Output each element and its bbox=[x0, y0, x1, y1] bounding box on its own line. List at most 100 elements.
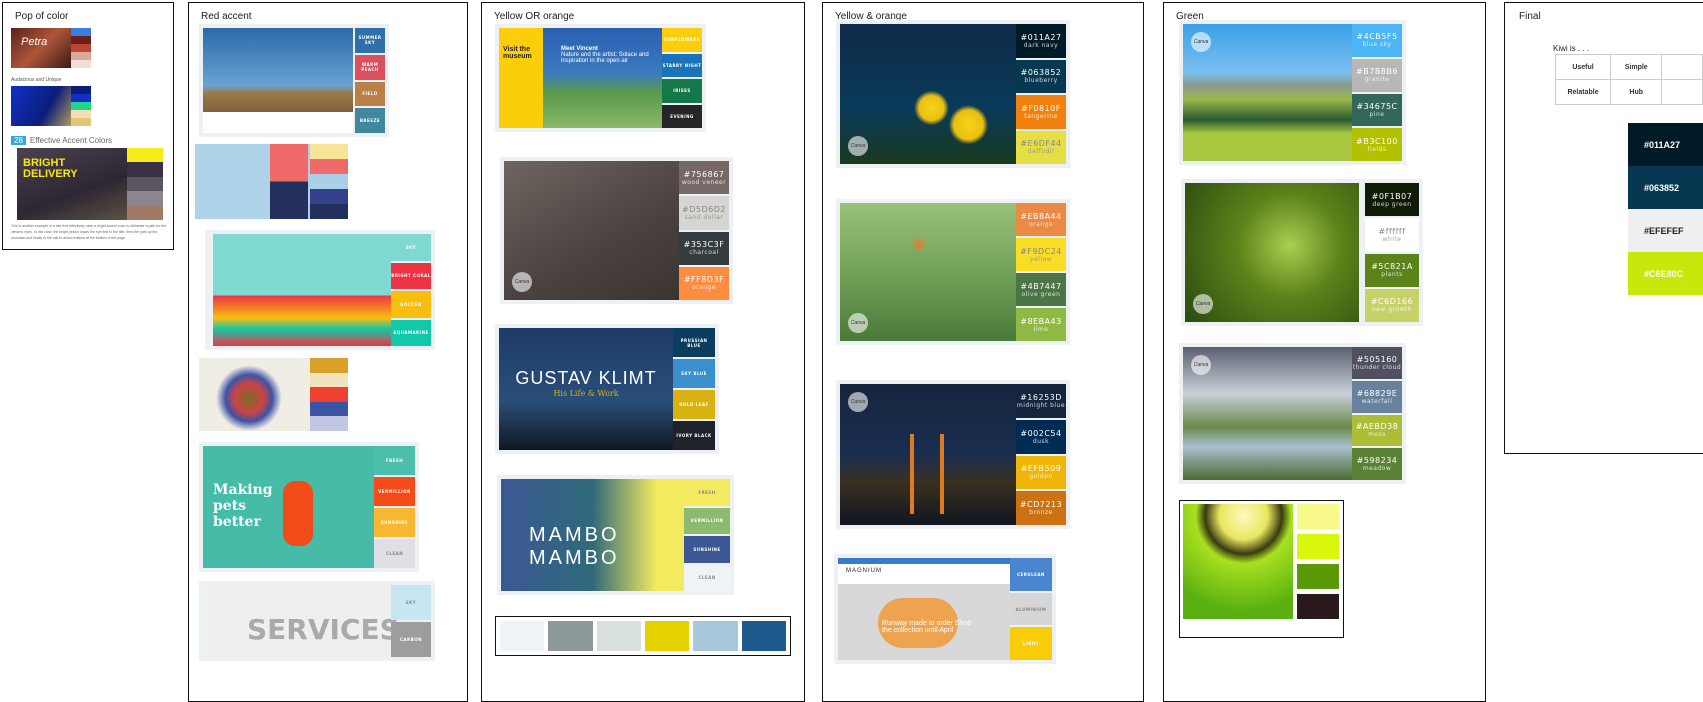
color-swatch[interactable] bbox=[127, 148, 163, 163]
color-swatch[interactable]: #063852 blueberry bbox=[1016, 59, 1066, 93]
color-swatch[interactable] bbox=[644, 621, 690, 651]
color-swatch[interactable]: #68829E waterfall bbox=[1352, 380, 1402, 413]
image-card[interactable]: BRIGHT DELIVERY bbox=[17, 148, 163, 220]
frame-pop-of-color[interactable]: Pop of color Petra Audacious and Unique … bbox=[2, 2, 174, 250]
color-swatch[interactable] bbox=[310, 416, 348, 431]
color-swatch[interactable] bbox=[1297, 504, 1339, 529]
image-card[interactable]: Canva #0F1B07 deep green #ffffff white #5C82… bbox=[1181, 179, 1423, 326]
color-swatch[interactable]: BREEZE bbox=[355, 108, 385, 133]
image-card[interactable]: Petra bbox=[11, 28, 91, 68]
color-swatch[interactable] bbox=[741, 621, 786, 651]
final-color-swatch[interactable]: #C8E80C bbox=[1628, 252, 1703, 295]
color-swatch[interactable]: VERMILLION bbox=[374, 477, 415, 506]
color-swatch[interactable]: #505160 thunder cloud bbox=[1352, 347, 1402, 379]
final-color-swatch[interactable]: #EFEFEF bbox=[1628, 209, 1703, 252]
color-swatch[interactable]: SKY BLUE bbox=[673, 359, 715, 388]
color-swatch[interactable] bbox=[1297, 534, 1339, 559]
color-swatch[interactable] bbox=[310, 174, 348, 189]
color-swatch[interactable]: #ffffff white bbox=[1365, 218, 1419, 252]
image-card[interactable] bbox=[199, 358, 348, 431]
color-swatch[interactable]: IVORY BLACK bbox=[673, 421, 715, 450]
color-swatch[interactable] bbox=[310, 387, 348, 402]
color-swatch[interactable] bbox=[71, 44, 91, 52]
color-swatch[interactable]: FIELD bbox=[355, 81, 385, 107]
color-swatch[interactable]: SUNSHINE bbox=[684, 536, 730, 563]
color-swatch[interactable] bbox=[596, 621, 641, 651]
color-swatch[interactable]: BRIGHT CORAL bbox=[391, 262, 431, 289]
color-swatch[interactable] bbox=[71, 36, 91, 44]
color-swatch[interactable] bbox=[71, 94, 91, 102]
image-card[interactable]: Canva #756867 wood veneer #D5D6D2 sand doll… bbox=[500, 157, 733, 304]
image-card[interactable]: Canva #16253D midnight blue #002C54 dusk #EF… bbox=[836, 380, 1070, 529]
color-swatch[interactable] bbox=[310, 204, 348, 219]
color-swatch[interactable]: #E6DF44 daffodil bbox=[1016, 130, 1066, 164]
final-color-swatch[interactable]: #011A27 bbox=[1628, 123, 1703, 166]
color-swatch[interactable]: GOLDEN bbox=[391, 291, 431, 318]
color-swatch[interactable] bbox=[71, 102, 91, 110]
color-swatch[interactable] bbox=[127, 176, 163, 192]
color-swatch[interactable]: #EFB509 golden bbox=[1016, 455, 1066, 490]
color-swatch[interactable]: #8EBA43 lime bbox=[1016, 308, 1066, 341]
color-swatch[interactable]: #F9DC24 yellow bbox=[1016, 238, 1066, 271]
color-swatch[interactable]: #FF8D3F orange bbox=[679, 266, 729, 300]
final-color-swatch[interactable]: #063852 bbox=[1628, 166, 1703, 209]
image-card[interactable] bbox=[1179, 500, 1344, 638]
image-card[interactable] bbox=[11, 86, 91, 126]
color-swatch[interactable] bbox=[310, 358, 348, 373]
color-swatch[interactable]: #F0810F tangerine bbox=[1016, 95, 1066, 129]
image-card[interactable]: SERVICES SKY CARBON bbox=[199, 581, 435, 661]
color-swatch[interactable]: CLEAN bbox=[684, 564, 730, 591]
color-swatch[interactable]: IRISES bbox=[662, 79, 702, 103]
color-swatch[interactable]: #C6D166 new growth bbox=[1365, 288, 1419, 322]
image-card[interactable]: Making pets better FRESH VERMILLION SUNSHI… bbox=[199, 442, 419, 572]
color-swatch[interactable]: #756867 wood veneer bbox=[679, 161, 729, 195]
color-swatch[interactable] bbox=[127, 191, 163, 206]
color-swatch[interactable]: CLEAN bbox=[374, 539, 415, 568]
color-swatch[interactable]: CARBON bbox=[391, 622, 431, 657]
color-swatch[interactable]: FRESH bbox=[684, 479, 730, 506]
color-swatch[interactable]: #AEBD38 moss bbox=[1352, 414, 1402, 447]
color-swatch[interactable]: #EB8A44 orange bbox=[1016, 203, 1066, 236]
color-swatch[interactable]: AQUAMARINE bbox=[391, 319, 431, 346]
color-swatch[interactable]: #16253D midnight blue bbox=[1016, 384, 1066, 418]
color-swatch[interactable]: PRUSSIAN BLUE bbox=[673, 328, 715, 357]
color-swatch[interactable]: #4CB5F5 blue sky bbox=[1352, 24, 1402, 57]
color-swatch[interactable] bbox=[310, 144, 348, 159]
color-swatch[interactable]: #002C54 dusk bbox=[1016, 419, 1066, 454]
color-swatch[interactable]: SUNFLOWERS bbox=[662, 28, 702, 52]
color-swatch[interactable] bbox=[310, 372, 348, 388]
color-swatch[interactable]: #CD7213 bronze bbox=[1016, 491, 1066, 525]
color-swatch[interactable]: #B3C100 fields bbox=[1352, 128, 1402, 161]
color-swatch[interactable] bbox=[127, 162, 163, 177]
image-card[interactable]: Canva #011A27 dark navy #063852 blueberry #F… bbox=[836, 20, 1070, 168]
color-swatch[interactable]: #011A27 dark navy bbox=[1016, 24, 1066, 58]
color-swatch[interactable]: WARM PEACH bbox=[355, 54, 385, 80]
color-swatch[interactable] bbox=[71, 118, 91, 126]
image-card[interactable]: Canva #505160 thunder cloud #68829E waterfa… bbox=[1179, 343, 1406, 484]
color-swatch[interactable] bbox=[1297, 564, 1339, 589]
color-swatch[interactable]: #34675C pine bbox=[1352, 93, 1402, 127]
image-card[interactable]: Visit the museum Meet Vincent Nature and … bbox=[495, 24, 706, 132]
color-swatch[interactable]: #598234 meadow bbox=[1352, 448, 1402, 480]
color-swatch[interactable]: #B7B8B6 granite bbox=[1352, 58, 1402, 92]
color-swatch[interactable] bbox=[71, 60, 91, 68]
color-swatch[interactable] bbox=[548, 621, 593, 651]
color-swatch[interactable] bbox=[71, 28, 91, 36]
color-swatch[interactable] bbox=[71, 110, 91, 118]
color-swatch[interactable]: SKY bbox=[391, 234, 431, 261]
image-card[interactable]: MAMBO MAMBO FRESH VERMILLION SUNSHINE CLEAN bbox=[497, 475, 734, 595]
image-card[interactable]: MAGNIUM Runway made to order Shop the co… bbox=[834, 554, 1056, 664]
color-swatch[interactable] bbox=[1297, 594, 1339, 619]
color-swatch[interactable] bbox=[71, 86, 91, 94]
color-swatch[interactable]: SUMMER SKY bbox=[355, 28, 385, 53]
image-card[interactable]: GUSTAV KLIMT His Life & Work PRUSSIAN BL… bbox=[495, 324, 719, 454]
color-strip[interactable] bbox=[495, 616, 791, 656]
color-swatch[interactable]: #5C821A plants bbox=[1365, 253, 1419, 287]
color-swatch[interactable]: GOLD LEAF bbox=[673, 390, 715, 419]
color-swatch[interactable]: #353C3F charcoal bbox=[679, 231, 729, 265]
image-card[interactable]: Canva #4CB5F5 blue sky #B7B8B6 granite #3467… bbox=[1179, 20, 1406, 165]
color-swatch[interactable]: LIGHT bbox=[1010, 627, 1052, 661]
color-swatch[interactable] bbox=[71, 52, 91, 60]
color-swatch[interactable]: #D5D6D2 sand dollar bbox=[679, 196, 729, 230]
color-swatch[interactable]: VERMILLION bbox=[684, 507, 730, 534]
